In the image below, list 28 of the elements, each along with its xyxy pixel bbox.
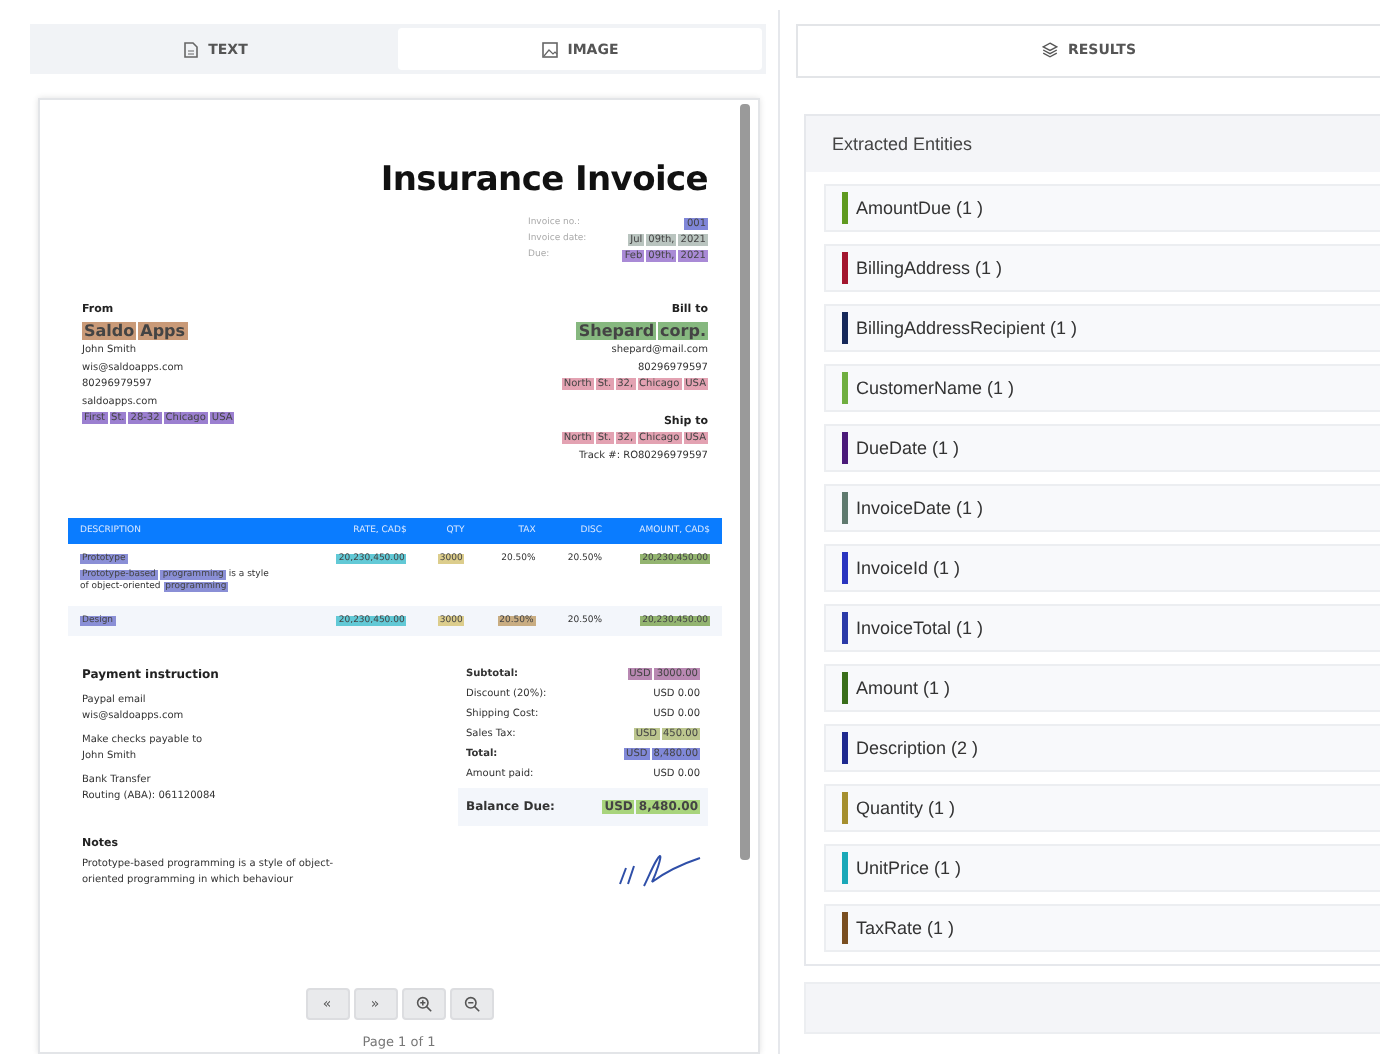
entity-item[interactable]: UnitPrice (1 ) (824, 843, 1380, 892)
document-icon (184, 41, 199, 57)
entity-item[interactable]: AmountDue (1 ) (824, 183, 1380, 232)
entity-item[interactable]: BillingAddress (1 ) (824, 243, 1380, 292)
entity-item[interactable]: InvoiceDate (1 ) (824, 483, 1380, 532)
entity-item[interactable]: Quantity (1 ) (824, 783, 1380, 832)
entity-item[interactable]: DueDate (1 ) (824, 423, 1380, 472)
highlighted-token: Shepard (576, 321, 657, 339)
scrollbar[interactable] (740, 104, 750, 860)
zoom-in-button[interactable] (401, 988, 445, 1020)
zoom-in-icon (415, 996, 431, 1012)
panel-title: Extracted Entities (806, 115, 1380, 172)
entity-item[interactable]: CustomerName (1 ) (824, 363, 1380, 412)
zoom-out-icon (463, 996, 479, 1012)
entity-item[interactable]: Description (2 ) (824, 723, 1380, 772)
entity-item[interactable]: BillingAddressRecipient (1 ) (824, 303, 1380, 352)
zoom-out-button[interactable] (449, 988, 493, 1020)
entity-item[interactable]: Amount (1 ) (824, 663, 1380, 712)
layers-icon (1041, 42, 1058, 59)
highlighted-token: Saldo (82, 321, 137, 339)
entity-item[interactable]: InvoiceId (1 ) (824, 543, 1380, 592)
highlighted-token: Apps (138, 321, 188, 339)
entity-item[interactable]: InvoiceTotal (1 ) (824, 603, 1380, 652)
signature-drawing (616, 852, 704, 888)
highlighted-token: corp. (658, 321, 708, 339)
invoice-title: Insurance Invoice (378, 160, 708, 200)
entity-item[interactable]: TaxRate (1 ) (824, 903, 1380, 952)
image-icon (541, 41, 558, 57)
